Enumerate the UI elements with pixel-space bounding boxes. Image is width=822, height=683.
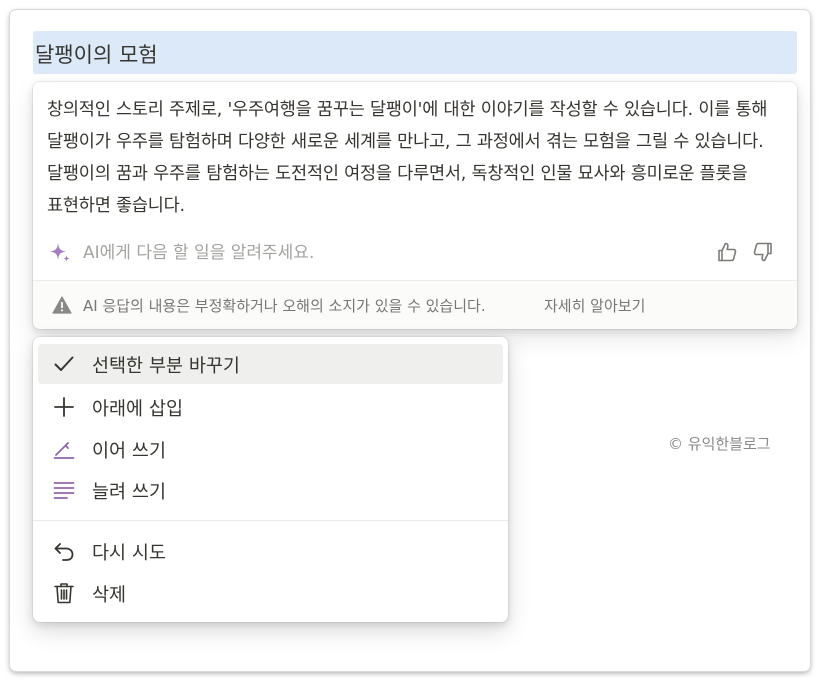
ai-prompt-input[interactable] (83, 240, 683, 266)
menu-item-replace-selection[interactable]: 선택한 부분 바꾸기 (38, 344, 503, 384)
watermark: © 유익한블로그 (668, 435, 771, 453)
plus-icon (54, 397, 74, 417)
menu-divider (33, 520, 508, 521)
menu-item-delete[interactable]: 삭제 (38, 573, 503, 613)
ai-sparkle-icon (50, 243, 70, 262)
thumbs-down-icon[interactable] (751, 240, 775, 264)
pen-icon (53, 442, 75, 459)
learn-more-link[interactable]: 자세히 알아보기 (544, 295, 645, 316)
menu-item-insert-below[interactable]: 아래에 삽입 (38, 387, 503, 427)
ai-prompt-row (47, 238, 785, 268)
menu-item-make-longer[interactable]: 늘려 쓰기 (38, 470, 503, 510)
page-title[interactable]: 달팽이의 모험 (33, 31, 797, 74)
ai-response-panel: 창의적인 스토리 주제로, '우주여행을 꿈꾸는 달팽이'에 대한 이야기를 작… (33, 82, 797, 329)
menu-item-label: 늘려 쓰기 (92, 482, 166, 503)
menu-item-label: 선택한 부분 바꾸기 (92, 356, 240, 377)
undo-icon (54, 543, 74, 561)
menu-item-label: 이어 쓰기 (92, 441, 166, 462)
ai-action-menu: 선택한 부분 바꾸기 아래에 삽입 이어 쓰기 늘려 쓰기 다시 시도 삭제 (33, 337, 508, 622)
ai-response-text: 창의적인 스토리 주제로, '우주여행을 꿈꾸는 달팽이'에 대한 이야기를 작… (47, 100, 768, 216)
ai-disclaimer-text: AI 응답의 내용은 부정확하거나 오해의 소지가 있을 수 있습니다. (83, 297, 486, 315)
check-icon (54, 356, 74, 371)
menu-item-label: 삭제 (92, 585, 127, 606)
menu-item-continue-writing[interactable]: 이어 쓰기 (38, 429, 503, 469)
warning-icon (52, 296, 72, 314)
ai-disclaimer-bar: AI 응답의 내용은 부정확하거나 오해의 소지가 있을 수 있습니다. 자세히… (33, 281, 797, 329)
thumbs-up-icon[interactable] (715, 240, 739, 264)
menu-item-label: 아래에 삽입 (92, 399, 183, 420)
menu-item-label: 다시 시도 (92, 543, 166, 564)
trash-icon (54, 583, 74, 604)
menu-item-retry[interactable]: 다시 시도 (38, 531, 503, 571)
lines-icon (53, 482, 75, 499)
